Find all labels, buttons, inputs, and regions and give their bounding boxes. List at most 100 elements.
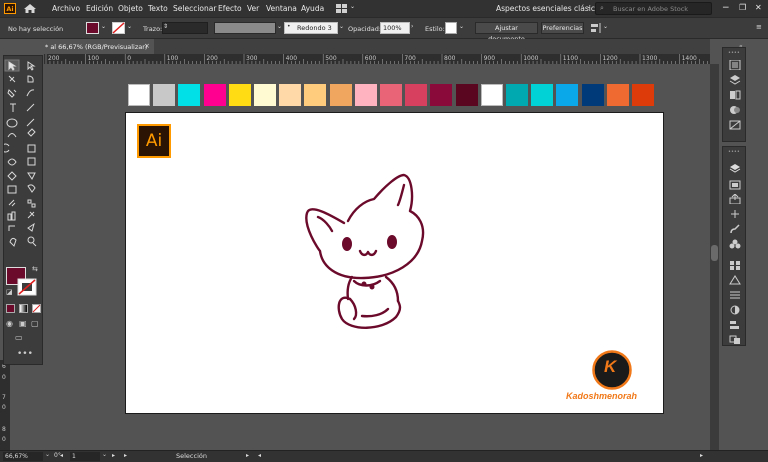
next-artboard-icon[interactable]: ▸ bbox=[112, 452, 115, 459]
minimize-button[interactable]: − bbox=[722, 3, 730, 13]
swap-colors-icon[interactable]: ⇆ bbox=[32, 265, 38, 273]
style-chevron-icon[interactable]: ⌄ bbox=[459, 23, 464, 30]
color-swatch[interactable] bbox=[531, 84, 554, 106]
color-swatch[interactable] bbox=[380, 84, 402, 106]
color-swatch[interactable] bbox=[455, 84, 478, 106]
workspace-chevron-icon[interactable]: ⌄ bbox=[586, 3, 591, 10]
menu-ver[interactable]: Ver bbox=[247, 4, 259, 13]
panel-menu-icon[interactable]: ≡ bbox=[756, 23, 762, 31]
none-mode-button[interactable] bbox=[32, 304, 41, 313]
vertical-ruler[interactable]: 6 0 7 0 8 0 bbox=[0, 360, 10, 450]
stroke-panel-icon[interactable] bbox=[729, 290, 741, 300]
draw-inside-icon[interactable]: ▢ bbox=[31, 319, 39, 328]
menu-ventana[interactable]: Ventana bbox=[266, 4, 297, 13]
arrange-chevron-icon[interactable]: ⌄ bbox=[350, 3, 355, 10]
pathfinder-icon[interactable] bbox=[729, 335, 741, 345]
color-swatch[interactable] bbox=[153, 84, 176, 106]
first-artboard-icon[interactable]: ◂ bbox=[60, 452, 63, 459]
stroke-color-box[interactable] bbox=[17, 278, 37, 296]
color-swatch[interactable] bbox=[405, 84, 428, 106]
close-window-button[interactable]: ✕ bbox=[755, 3, 762, 12]
variable-width-profile[interactable] bbox=[214, 22, 276, 34]
menu-ayuda[interactable]: Ayuda bbox=[301, 4, 324, 13]
color-swatch[interactable] bbox=[354, 84, 377, 106]
gradient-mode-button[interactable] bbox=[19, 304, 28, 313]
color-swatch[interactable] bbox=[329, 84, 352, 106]
maximize-button[interactable]: ❐ bbox=[739, 3, 746, 12]
default-colors-icon[interactable]: ◪ bbox=[6, 288, 13, 296]
menu-efecto[interactable]: Efecto bbox=[218, 4, 242, 13]
opacity-field[interactable]: 100% bbox=[380, 22, 410, 34]
color-swatch[interactable] bbox=[254, 84, 276, 106]
menu-texto[interactable]: Texto bbox=[148, 4, 168, 13]
color-swatch[interactable] bbox=[606, 84, 629, 106]
color-swatch[interactable] bbox=[506, 84, 528, 106]
color-panel-icon[interactable] bbox=[729, 275, 741, 285]
stroke-stepper-icon[interactable]: ⇕ bbox=[163, 23, 168, 30]
brush-chevron-icon[interactable]: ⌄ bbox=[339, 23, 344, 30]
stroke-weight-field[interactable] bbox=[162, 22, 208, 34]
zoom-chevron-icon[interactable]: ⌄ bbox=[45, 451, 50, 458]
cat-drawing[interactable] bbox=[302, 171, 438, 333]
asset-export-icon[interactable] bbox=[729, 194, 741, 204]
edit-toolbar-icon[interactable]: ••• bbox=[17, 349, 33, 359]
align-panel-icon[interactable] bbox=[729, 320, 741, 330]
brush-definition[interactable]: Redondo 3 ... bbox=[284, 22, 338, 43]
hscroll-right-icon[interactable]: ▸ bbox=[700, 452, 703, 459]
arrange-documents-icon[interactable] bbox=[336, 4, 348, 13]
color-swatch[interactable] bbox=[279, 84, 302, 106]
menu-edicion[interactable]: Edición bbox=[86, 4, 113, 13]
fill-color-swatch[interactable] bbox=[86, 22, 99, 34]
profile-chevron-icon[interactable]: ⌄ bbox=[277, 23, 282, 30]
menu-archivo[interactable]: Archivo bbox=[52, 4, 80, 13]
draw-normal-icon[interactable]: ◉ bbox=[6, 319, 13, 328]
color-mode-button[interactable] bbox=[6, 304, 15, 313]
draw-behind-icon[interactable]: ▣ bbox=[19, 319, 27, 328]
status-next-icon[interactable]: ▸ bbox=[246, 452, 249, 459]
align-chevron-icon[interactable]: ⌄ bbox=[603, 23, 608, 30]
align-icon[interactable] bbox=[591, 23, 601, 33]
artboard[interactable]: Ai K Kadoshmenorah bbox=[125, 112, 664, 414]
color-swatch[interactable] bbox=[178, 84, 201, 106]
appearance-icon[interactable] bbox=[729, 105, 741, 115]
color-swatch[interactable] bbox=[128, 84, 150, 106]
preferences-button[interactable]: Preferencias bbox=[541, 22, 584, 34]
layers-panel-icon[interactable] bbox=[729, 75, 741, 85]
color-swatch[interactable] bbox=[430, 84, 453, 106]
zoom-field[interactable]: 66,67% bbox=[3, 452, 43, 461]
close-tab-icon[interactable]: × bbox=[144, 42, 150, 50]
adjust-document-button[interactable]: Ajustar documento bbox=[475, 22, 538, 43]
graphic-styles-icon[interactable] bbox=[729, 120, 741, 130]
swatches-panel-icon[interactable] bbox=[729, 260, 741, 270]
artboard-number-field[interactable]: 1 bbox=[70, 452, 100, 461]
home-icon[interactable] bbox=[23, 3, 37, 14]
fill-chevron-icon[interactable]: ⌄ bbox=[101, 23, 106, 30]
brushes-icon[interactable] bbox=[729, 224, 741, 234]
vertical-scroll-thumb[interactable] bbox=[711, 245, 718, 261]
properties-icon[interactable] bbox=[729, 60, 741, 70]
color-swatch[interactable] bbox=[581, 84, 604, 106]
graphic-style-swatch[interactable] bbox=[445, 22, 457, 34]
horizontal-ruler[interactable]: 200 100 0 100 200 300 400 500 600 700 800 900 1000 11… bbox=[44, 54, 710, 64]
color-swatch[interactable] bbox=[228, 84, 251, 106]
links-icon[interactable] bbox=[729, 209, 741, 219]
color-swatch[interactable] bbox=[632, 84, 654, 106]
color-swatch[interactable] bbox=[480, 84, 503, 106]
symbols-icon[interactable] bbox=[729, 239, 741, 249]
color-swatch[interactable] bbox=[203, 84, 226, 106]
document-tab[interactable]: * al 66,67% (RGB/Previsualizar) × bbox=[44, 39, 154, 54]
status-prev-icon[interactable]: ◂ bbox=[258, 452, 261, 459]
color-swatch[interactable] bbox=[556, 84, 579, 106]
libraries-icon[interactable] bbox=[729, 90, 741, 100]
artboard-chevron-icon[interactable]: ⌄ bbox=[102, 451, 107, 458]
opacity-chevron-icon[interactable]: › bbox=[411, 23, 413, 30]
stroke-none-swatch[interactable] bbox=[112, 22, 125, 34]
stock-search-field[interactable]: ⌕ Buscar en Adobe Stock bbox=[595, 2, 712, 15]
menu-objeto[interactable]: Objeto bbox=[118, 4, 143, 13]
menu-seleccionar[interactable]: Seleccionar bbox=[173, 4, 216, 13]
layers-stack-icon[interactable] bbox=[729, 164, 741, 174]
artboards-icon[interactable] bbox=[729, 180, 741, 190]
color-swatch[interactable] bbox=[304, 84, 327, 106]
stroke-chevron-icon[interactable]: ⌄ bbox=[127, 23, 132, 30]
last-artboard-icon[interactable]: ▸ bbox=[124, 452, 127, 459]
